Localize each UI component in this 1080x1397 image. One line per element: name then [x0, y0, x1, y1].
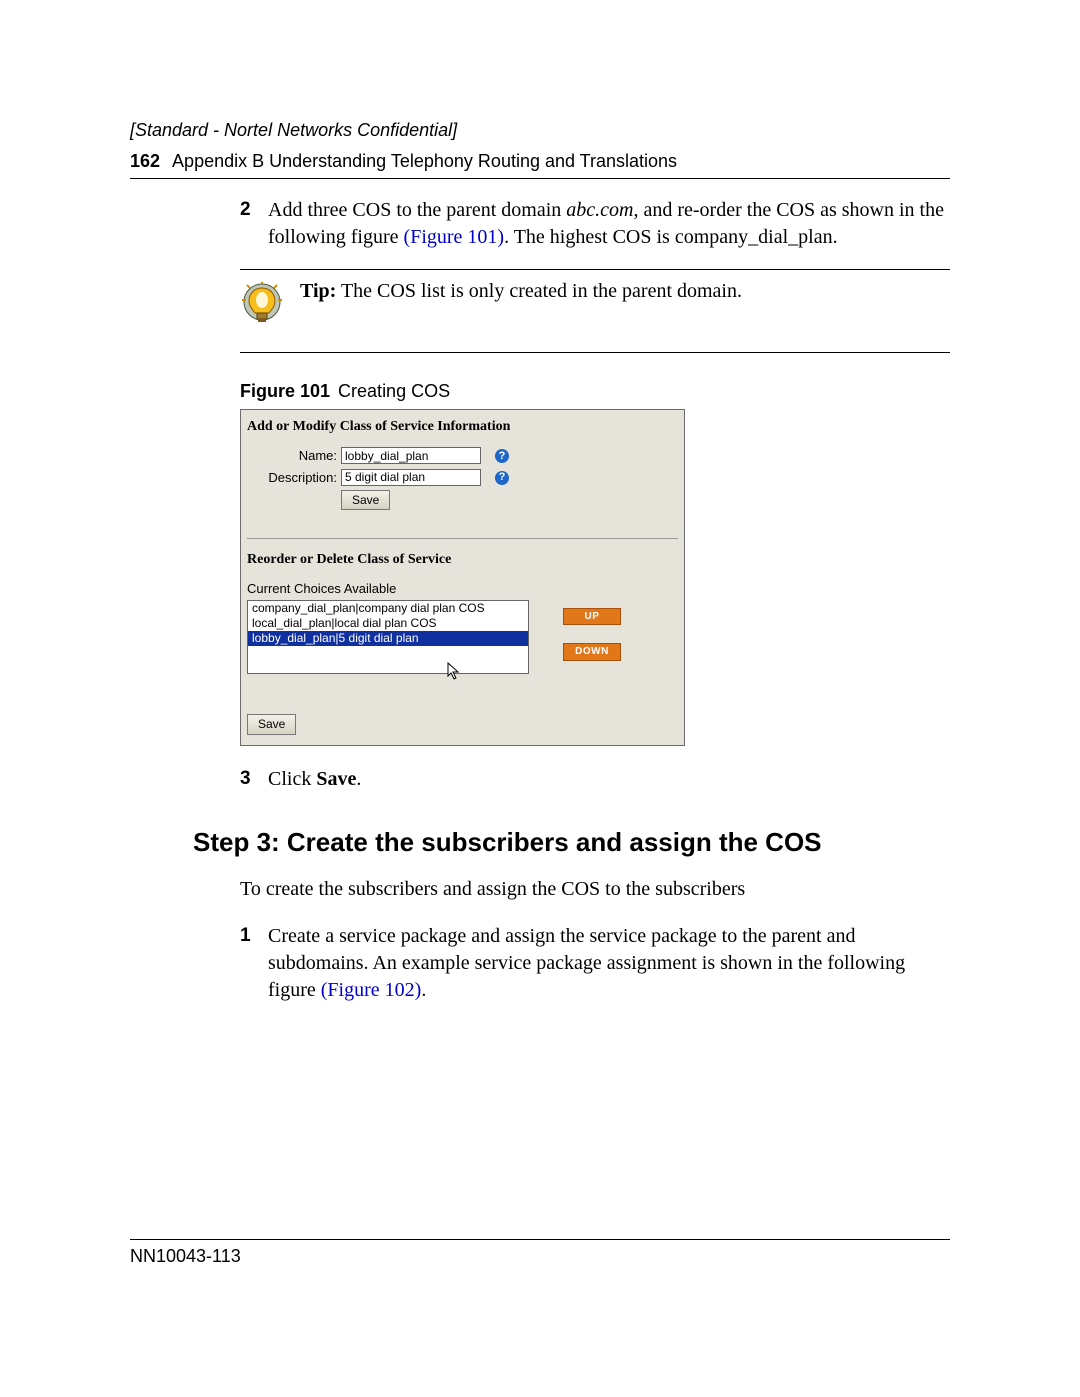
body-content: 2 Add three COS to the parent domain abc… — [240, 197, 950, 793]
description-row: Description: 5 digit dial plan ? — [247, 469, 678, 487]
name-row: Name: lobby_dial_plan ? — [247, 447, 678, 465]
step-3: 3 Click Save. — [240, 766, 950, 793]
step-number: 2 — [240, 197, 268, 251]
cos-listbox[interactable]: company_dial_plan|company dial plan COS … — [247, 600, 529, 674]
step-number: 3 — [240, 766, 268, 793]
list-item[interactable]: company_dial_plan|company dial plan COS — [248, 601, 528, 616]
description-input[interactable]: 5 digit dial plan — [341, 469, 481, 486]
figure-label: Figure 101 — [240, 381, 330, 401]
figure-101-screenshot: Add or Modify Class of Service Informati… — [240, 409, 685, 745]
appendix-title: Appendix B Understanding Telephony Routi… — [172, 151, 677, 171]
page-footer: NN10043-113 — [130, 1239, 950, 1267]
reorder-buttons: UP DOWN — [563, 608, 621, 661]
up-button[interactable]: UP — [563, 608, 621, 626]
section-heading-step3: Step 3: Create the subscribers and assig… — [193, 827, 950, 858]
section-heading: Reorder or Delete Class of Service — [247, 551, 678, 570]
list-item-selected[interactable]: lobby_dial_plan|5 digit dial plan — [248, 631, 528, 646]
figure-ref-102[interactable]: (Figure 102) — [321, 979, 422, 1001]
body-content-2: To create the subscribers and assign the… — [240, 876, 950, 1004]
choices-label: Current Choices Available — [247, 580, 678, 598]
running-header: 162 Appendix B Understanding Telephony Ro… — [130, 151, 950, 179]
step-2: 2 Add three COS to the parent domain abc… — [240, 197, 950, 251]
lightbulb-icon — [240, 282, 284, 334]
help-icon[interactable]: ? — [495, 449, 509, 463]
tip-block: Tip: The COS list is only created in the… — [240, 269, 950, 353]
down-button[interactable]: DOWN — [563, 643, 621, 661]
name-label: Name: — [247, 447, 341, 465]
name-input[interactable]: lobby_dial_plan — [341, 447, 481, 464]
help-icon[interactable]: ? — [495, 471, 509, 485]
save-button[interactable]: Save — [341, 490, 390, 510]
domain-name: abc.com — [566, 199, 633, 221]
save-button[interactable]: Save — [247, 714, 296, 734]
paragraph: To create the subscribers and assign the… — [240, 876, 950, 903]
figure-caption: Figure 101 Creating COS — [240, 379, 950, 403]
step-text: Create a service package and assign the … — [268, 923, 950, 1004]
figure-title: Creating COS — [338, 381, 450, 401]
figure-ref-101[interactable]: (Figure 101) — [404, 226, 505, 248]
divider — [247, 538, 678, 539]
document-page: [Standard - Nortel Networks Confidential… — [0, 0, 1080, 1397]
tip-label: Tip: — [300, 280, 336, 302]
reorder-row: company_dial_plan|company dial plan COS … — [247, 600, 678, 697]
tip-text: Tip: The COS list is only created in the… — [300, 278, 950, 305]
step-text: Click Save. — [268, 766, 950, 793]
page-number: 162 — [130, 151, 160, 171]
step-text: Add three COS to the parent domain abc.c… — [268, 197, 950, 251]
description-label: Description: — [247, 469, 341, 487]
confidential-header: [Standard - Nortel Networks Confidential… — [130, 120, 950, 141]
step-number: 1 — [240, 923, 268, 1004]
list-item[interactable]: local_dial_plan|local dial plan COS — [248, 616, 528, 631]
section-heading: Add or Modify Class of Service Informati… — [247, 418, 678, 437]
doc-id: NN10043-113 — [130, 1239, 950, 1267]
substep-1: 1 Create a service package and assign th… — [240, 923, 950, 1004]
